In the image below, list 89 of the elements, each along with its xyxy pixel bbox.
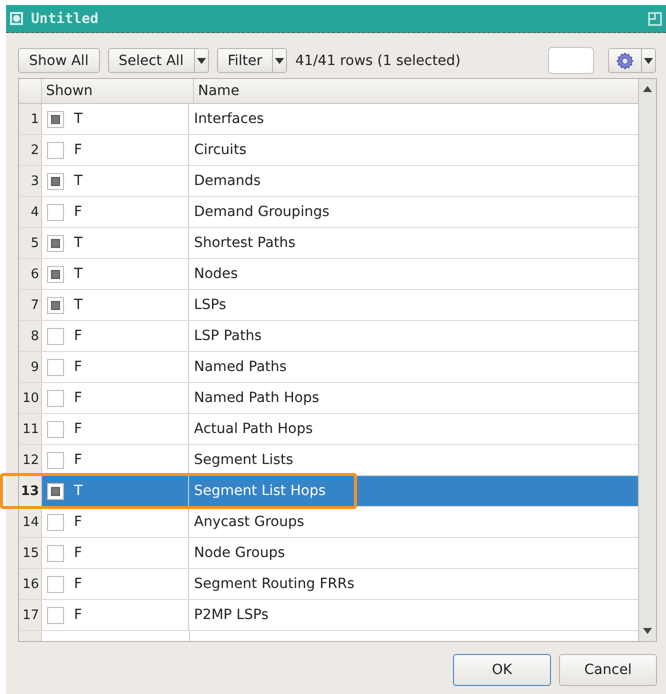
row-number: 12 [19,445,41,475]
table-row[interactable]: 9 F Named Paths [19,352,638,383]
row-number: 3 [19,166,41,196]
shown-value: T [74,111,83,127]
select-all-dropdown[interactable] [194,48,209,73]
shown-value: F [74,421,82,437]
shown-value: T [74,483,83,499]
shown-value: T [74,235,83,251]
checkbox[interactable] [47,514,64,530]
window-menu-icon[interactable] [10,12,23,25]
table-row[interactable]: 7 T LSPs [19,290,638,321]
shown-value: F [74,576,82,592]
shown-value: T [74,297,83,313]
table-row[interactable]: 14 F Anycast Groups [19,507,638,538]
scroll-down-icon[interactable] [643,628,652,634]
checkbox[interactable] [47,296,64,314]
row-number: 16 [19,569,41,599]
row-number: 9 [19,352,41,382]
caret-icon [644,58,653,64]
table-row[interactable]: 5 T Shortest Paths [19,228,638,259]
row-count-label: 41/41 rows (1 selected) [295,52,462,68]
row-number: 5 [19,228,41,258]
caret-icon [275,58,284,64]
settings-icon [616,52,634,70]
settings-dropdown[interactable] [642,48,656,73]
shown-value: F [74,390,82,406]
row-number: 2 [19,135,41,165]
checkbox[interactable] [47,358,64,376]
checkbox[interactable] [47,482,64,500]
checkbox[interactable] [47,266,64,282]
shown-value: F [74,204,82,220]
table-row[interactable]: 11 F Actual Path Hops [19,414,638,445]
checkbox[interactable] [47,142,64,158]
checkbox[interactable] [47,204,64,220]
column-header[interactable]: Shown [41,79,193,103]
checkbox[interactable] [47,328,64,344]
row-number: 14 [19,507,41,537]
table-row[interactable]: 13 T Segment List Hops [19,476,638,507]
row-number: 13 [19,476,41,506]
settings-button[interactable] [608,48,642,73]
row-number: 8 [19,321,41,351]
shown-value: F [74,545,82,561]
checkbox[interactable] [47,234,64,252]
shown-value: F [74,328,82,344]
shown-value: F [74,359,82,375]
shown-value: F [74,452,82,468]
filter-button[interactable]: Filter [216,48,274,73]
search-field[interactable] [548,47,594,74]
row-number: 6 [19,259,41,289]
checkbox[interactable] [47,606,64,624]
shown-value: F [74,142,82,158]
row-number: 4 [19,197,41,227]
window-title: Untitled [31,10,100,26]
row-number: 15 [19,538,41,568]
checkbox[interactable] [47,390,64,406]
scrollbar[interactable] [638,79,656,641]
scroll-up-icon[interactable] [643,86,652,92]
checkbox[interactable] [47,110,64,128]
maximize-icon[interactable] [648,12,662,26]
shown-value: T [74,266,83,282]
checkbox[interactable] [47,544,64,562]
shown-value: T [74,173,83,189]
shown-value: F [74,514,82,530]
table-row[interactable]: 2 F Circuits [19,135,638,166]
select-all-button[interactable]: Select All [108,48,195,73]
checkbox[interactable] [47,172,64,190]
row-number: 11 [19,414,41,444]
table-cell: Segment List Hops [188,476,638,506]
row-number: 1 [19,104,41,134]
shown-value: F [74,607,82,623]
cancel-button[interactable]: Cancel [559,654,657,686]
ok-button[interactable]: OK [453,654,551,686]
table-row[interactable]: 4 F Demand Groupings [19,197,638,228]
table-row[interactable]: 10 F Named Path Hops [19,383,638,414]
table-row[interactable]: 15 F Node Groups [19,538,638,569]
caret-icon [196,58,206,64]
table-row[interactable]: 1 T Interfaces [19,104,638,135]
table-row[interactable]: 3 T Demands [19,166,638,197]
row-number: 7 [19,290,41,320]
table-row[interactable]: 16 F Segment Routing FRRs [19,569,638,600]
row-number: 17 [19,600,41,630]
filter-dropdown[interactable] [273,48,288,73]
checkbox[interactable] [47,452,64,468]
row-number: 10 [19,383,41,413]
table-row[interactable]: 6 T Nodes [19,259,638,290]
checkbox[interactable] [47,420,64,438]
checkbox[interactable] [47,576,64,592]
table-row[interactable]: 8 F LSP Paths [19,321,638,352]
show-all-button[interactable]: Show All [18,48,100,73]
